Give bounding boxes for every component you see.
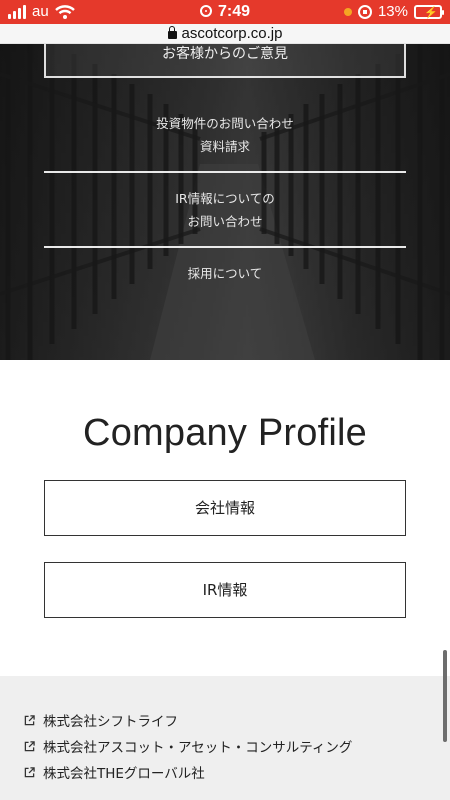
lock-icon: [167, 26, 177, 39]
battery-charging-icon: ⚡: [414, 4, 444, 19]
footer-link-label: 株式会社THEグローバル社: [43, 766, 205, 782]
footer-link-asset-consulting[interactable]: 株式会社アスコット・アセット・コンサルティング: [24, 736, 352, 756]
address-bar[interactable]: ascotcorp.co.jp: [0, 24, 450, 44]
company-info-button[interactable]: 会社情報: [44, 480, 406, 536]
external-link-icon: [24, 740, 35, 751]
customer-feedback-label: お客様からのご意見: [162, 46, 288, 62]
external-link-icon: [24, 714, 35, 725]
rotation-lock-icon: [357, 4, 372, 19]
footer-link-shiftlife[interactable]: 株式会社シフトライフ: [24, 710, 178, 730]
section-title: Company Profile: [83, 412, 367, 454]
privacy-indicator-icon: [343, 7, 352, 16]
footer-link-label: 株式会社アスコット・アセット・コンサルティング: [43, 740, 353, 756]
footer-link-label: 株式会社シフトライフ: [43, 714, 178, 730]
scrollbar[interactable]: [443, 650, 447, 742]
url-domain: ascotcorp.co.jp: [181, 25, 283, 42]
ir-inquiry-link[interactable]: IR情報についての お問い合わせ: [44, 187, 406, 233]
external-link-icon: [24, 766, 35, 777]
customer-feedback-button[interactable]: お客様からのご意見: [44, 44, 406, 78]
link-label-line: 採用について: [187, 266, 263, 281]
link-label-line: IR情報についての: [175, 191, 275, 206]
recruitment-link[interactable]: 採用について: [44, 262, 406, 285]
battery-percent: 13%: [377, 3, 408, 20]
contact-hero: お客様からのご意見 投資物件のお問い合わせ 資料請求 IR情報についての お問い…: [0, 44, 450, 360]
status-bar: au 7:49 13% ⚡: [0, 0, 450, 24]
investment-property-inquiry-link[interactable]: 投資物件のお問い合わせ 資料請求: [44, 112, 406, 158]
link-label-line: 資料請求: [199, 139, 250, 154]
link-label-line: お問い合わせ: [187, 214, 263, 229]
divider: [44, 171, 406, 173]
ir-info-button[interactable]: IR情報: [44, 562, 406, 618]
divider: [44, 246, 406, 248]
footer: 株式会社シフトライフ 株式会社アスコット・アセット・コンサルティング 株式会社T…: [0, 676, 450, 800]
alarm-icon: [199, 5, 212, 17]
clock: 7:49: [217, 3, 251, 20]
button-label: IR情報: [202, 581, 248, 599]
footer-link-the-global[interactable]: 株式会社THEグローバル社: [24, 762, 205, 782]
button-label: 会社情報: [194, 499, 255, 517]
link-label-line: 投資物件のお問い合わせ: [156, 116, 294, 131]
